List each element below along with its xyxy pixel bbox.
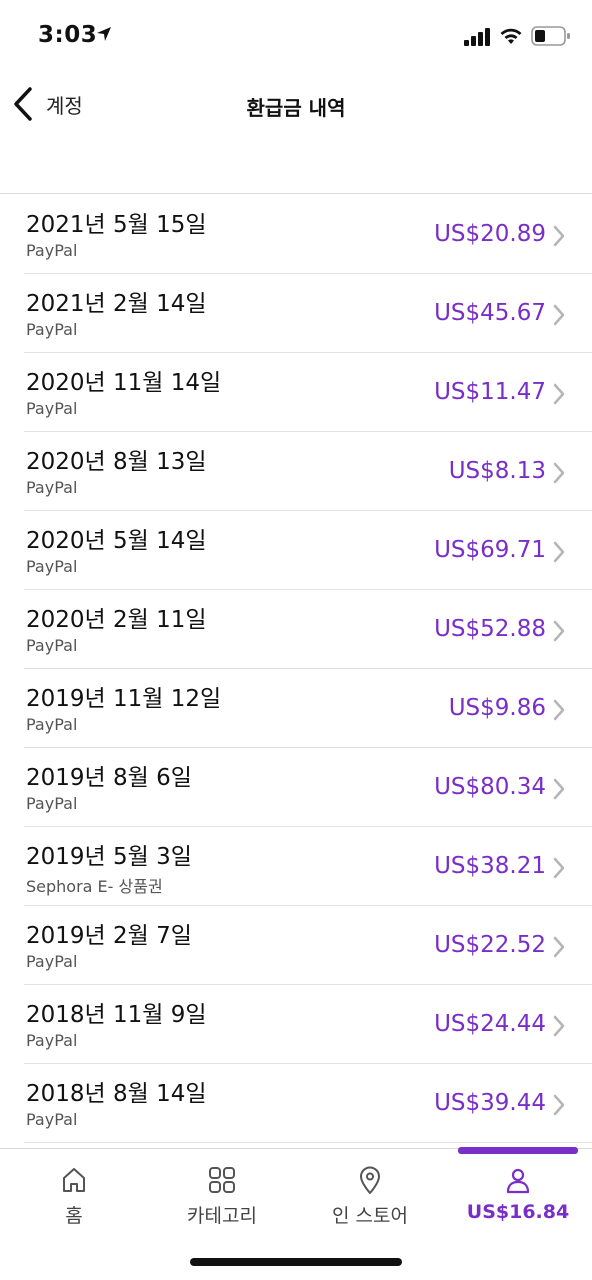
refund-method: Sephora E- 상품권 [26, 877, 163, 896]
location-arrow-icon [97, 27, 111, 41]
refund-amount: US$24.44 [434, 1011, 546, 1037]
list-item[interactable]: 2019년 8월 6일 PayPal US$80.34 [24, 748, 592, 827]
chevron-right-icon [553, 541, 565, 563]
chevron-right-icon [553, 1015, 565, 1037]
tab-categories[interactable]: 카테고리 [148, 1149, 296, 1239]
refund-date: 2019년 5월 3일 [26, 844, 192, 870]
chevron-right-icon [553, 778, 565, 800]
tab-home[interactable]: 홈 [0, 1149, 148, 1239]
navigation-bar: 계정 환급금 내역 [0, 72, 592, 194]
refund-amount: US$52.88 [434, 616, 546, 642]
list-item[interactable]: 2018년 11월 9일 PayPal US$24.44 [24, 985, 592, 1064]
list-item[interactable]: 2021년 2월 14일 PayPal US$45.67 [24, 274, 592, 353]
chevron-right-icon [553, 620, 565, 642]
refund-date: 2019년 8월 6일 [26, 765, 192, 791]
list-item[interactable]: 2018년 8월 14일 PayPal US$39.44 [24, 1064, 592, 1143]
list-item[interactable]: 2019년 5월 3일 Sephora E- 상품권 US$38.21 [24, 827, 592, 906]
refund-date: 2020년 2월 11일 [26, 607, 207, 633]
refund-method: PayPal [26, 1110, 78, 1129]
location-pin-icon [360, 1166, 380, 1194]
refund-method: PayPal [26, 241, 78, 260]
refund-method: PayPal [26, 320, 78, 339]
tab-label: 카테고리 [187, 1205, 257, 1227]
home-indicator [190, 1258, 402, 1266]
refund-amount: US$39.44 [434, 1090, 546, 1116]
refund-method: PayPal [26, 952, 78, 971]
refund-method: PayPal [26, 478, 78, 497]
refund-amount: US$9.86 [448, 695, 546, 721]
battery-icon [531, 26, 570, 46]
refund-method: PayPal [26, 399, 78, 418]
refund-history-list: 2021년 5월 15일 PayPal US$20.89 2021년 2월 14… [0, 195, 592, 1143]
list-item[interactable]: 2020년 11월 14일 PayPal US$11.47 [24, 353, 592, 432]
tab-in-store[interactable]: 인 스토어 [296, 1149, 444, 1239]
refund-date: 2019년 2월 7일 [26, 923, 192, 949]
list-item[interactable]: 2020년 8월 13일 PayPal US$8.13 [24, 432, 592, 511]
refund-method: PayPal [26, 1031, 78, 1050]
list-item[interactable]: 2020년 5월 14일 PayPal US$69.71 [24, 511, 592, 590]
tab-label: US$16.84 [466, 1201, 570, 1223]
refund-amount: US$69.71 [434, 537, 546, 563]
refund-date: 2019년 11월 12일 [26, 686, 222, 712]
status-bar: 3:03 [0, 0, 592, 72]
refund-date: 2018년 8월 14일 [26, 1081, 207, 1107]
refund-date: 2020년 5월 14일 [26, 528, 207, 554]
refund-method: PayPal [26, 794, 78, 813]
tab-label: 인 스토어 [332, 1205, 408, 1227]
tab-label: 홈 [65, 1205, 83, 1227]
refund-method: PayPal [26, 557, 78, 576]
list-item[interactable]: 2021년 5월 15일 PayPal US$20.89 [24, 195, 592, 274]
home-icon [63, 1168, 85, 1192]
profile-icon [506, 1168, 530, 1194]
refund-method: PayPal [26, 636, 78, 655]
chevron-right-icon [553, 225, 565, 247]
chevron-right-icon [553, 304, 565, 326]
refund-amount: US$38.21 [434, 853, 546, 879]
refund-amount: US$11.47 [434, 379, 546, 405]
refund-date: 2020년 11월 14일 [26, 370, 222, 396]
chevron-right-icon [553, 1094, 565, 1116]
list-item[interactable]: 2020년 2월 11일 PayPal US$52.88 [24, 590, 592, 669]
refund-method: PayPal [26, 715, 78, 734]
refund-amount: US$45.67 [434, 300, 546, 326]
refund-date: 2018년 11월 9일 [26, 1002, 207, 1028]
refund-date: 2020년 8월 13일 [26, 449, 207, 475]
refund-date: 2021년 2월 14일 [26, 291, 207, 317]
chevron-right-icon [553, 699, 565, 721]
cellular-signal-icon [464, 28, 490, 46]
refund-amount: US$80.34 [434, 774, 546, 800]
status-time: 3:03 [38, 22, 98, 48]
chevron-right-icon [553, 383, 565, 405]
wifi-icon [500, 28, 522, 44]
list-item[interactable]: 2019년 2월 7일 PayPal US$22.52 [24, 906, 592, 985]
chevron-right-icon [553, 462, 565, 484]
tab-account[interactable]: US$16.84 [444, 1149, 592, 1239]
grid-icon [209, 1167, 235, 1193]
refund-date: 2021년 5월 15일 [26, 212, 207, 238]
refund-amount: US$22.52 [434, 932, 546, 958]
chevron-right-icon [553, 857, 565, 879]
page-title: 환급금 내역 [246, 96, 346, 120]
refund-amount: US$20.89 [434, 221, 546, 247]
chevron-right-icon [553, 936, 565, 958]
refund-amount: US$8.13 [448, 458, 546, 484]
list-item[interactable]: 2019년 11월 12일 PayPal US$9.86 [24, 669, 592, 748]
